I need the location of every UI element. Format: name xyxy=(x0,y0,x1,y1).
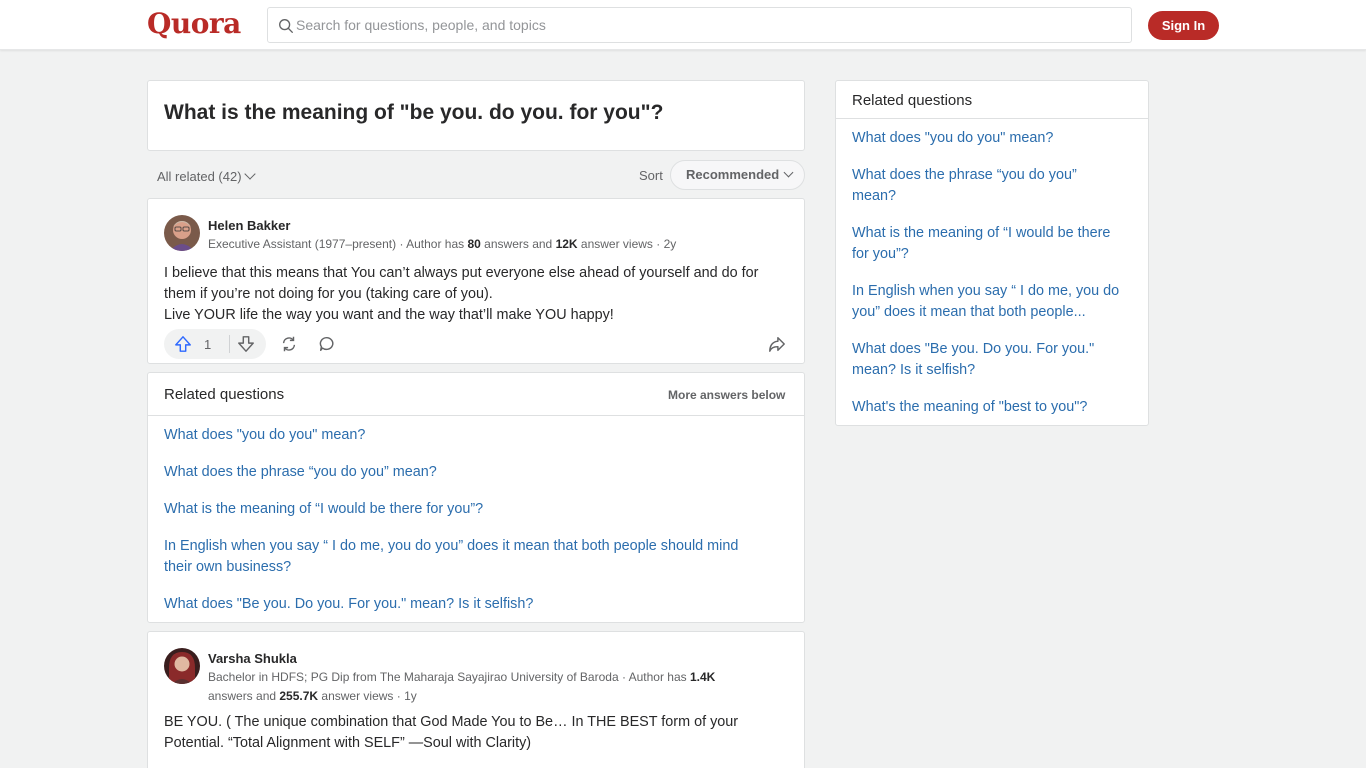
filter-bar: All related (42) Sort Recommended xyxy=(147,160,805,190)
avatar[interactable] xyxy=(164,648,200,684)
link-line: their own business? xyxy=(164,559,292,575)
answer-line: BE YOU. ( The unique combination that Go… xyxy=(164,714,739,730)
views-count: 12K xyxy=(555,237,578,251)
sidebar-question-link[interactable]: What does "you do you" mean? xyxy=(852,128,1137,149)
question-card: What is the meaning of "be you. do you. … xyxy=(147,80,805,151)
link-line: What does "Be you. Do you. For you." xyxy=(852,341,1095,357)
vote-divider xyxy=(229,335,230,353)
sidebar-question-link[interactable]: What does "Be you. Do you. For you." mea… xyxy=(852,339,1137,381)
sign-in-button[interactable]: Sign In xyxy=(1148,11,1219,40)
avatar-image xyxy=(164,215,200,251)
vote-pill: 1 xyxy=(164,329,266,359)
author-name[interactable]: Varsha Shukla xyxy=(208,651,297,666)
answer-line: them if you’re not doing for you (taking… xyxy=(164,286,493,302)
chevron-down-icon xyxy=(243,168,256,180)
link-line: for you”? xyxy=(852,246,909,262)
related-question-link[interactable]: What does the phrase “you do you” mean? xyxy=(164,462,784,483)
sort-value: Recommended xyxy=(686,167,780,182)
related-question-link[interactable]: What does "you do you" mean? xyxy=(164,425,784,446)
related-questions-title: Related questions xyxy=(164,386,285,403)
top-header: Quora Sign In xyxy=(0,0,1366,50)
credential-text: Bachelor in HDFS; PG Dip from The Mahara… xyxy=(208,670,690,684)
link-line: you” does it mean that both people... xyxy=(852,304,1086,320)
related-question-link[interactable]: In English when you say “ I do me, you d… xyxy=(164,536,784,578)
link-line: What does the phrase “you do you” xyxy=(852,167,1077,183)
downvote-icon[interactable] xyxy=(237,335,255,353)
sidebar-question-link[interactable]: What does the phrase “you do you” mean? xyxy=(852,165,1137,207)
answer-card: Varsha Shukla Bachelor in HDFS; PG Dip f… xyxy=(147,631,805,768)
search-box[interactable] xyxy=(267,7,1132,43)
related-questions-inline: Related questions More answers below Wha… xyxy=(147,372,805,623)
answer-line: I believe that this means that You can’t… xyxy=(164,265,759,281)
author-credentials: Executive Assistant (1977–present) · Aut… xyxy=(208,235,676,254)
related-question-link[interactable]: What is the meaning of “I would be there… xyxy=(164,499,784,520)
credential-text: answer views · 1y xyxy=(318,689,417,703)
answer-card: Helen Bakker Executive Assistant (1977–p… xyxy=(147,198,805,364)
credential-text: answer views · 2y xyxy=(577,237,677,251)
search-icon xyxy=(279,19,293,33)
reshare-icon[interactable] xyxy=(280,335,298,353)
author-credentials: Bachelor in HDFS; PG Dip from The Mahara… xyxy=(208,668,715,706)
credential-text: Executive Assistant (1977–present) · Aut… xyxy=(208,237,468,251)
upvote-icon[interactable] xyxy=(174,335,192,353)
more-answers-below: More answers below xyxy=(668,388,786,402)
upvote-count: 1 xyxy=(204,337,212,352)
link-line: In English when you say “ I do me, you d… xyxy=(164,538,739,554)
related-question-link[interactable]: What does "Be you. Do you. For you." mea… xyxy=(164,594,784,615)
link-line: What's the meaning of "best to you"? xyxy=(852,399,1088,415)
link-line: mean? Is it selfish? xyxy=(852,362,976,378)
sort-label: Sort xyxy=(639,168,663,183)
sidebar-title: Related questions xyxy=(852,92,973,109)
related-questions-header: Related questions More answers below xyxy=(148,373,804,416)
link-line: In English when you say “ I do me, you d… xyxy=(852,283,1120,299)
question-title: What is the meaning of "be you. do you. … xyxy=(164,101,664,124)
sidebar-question-link[interactable]: What is the meaning of “I would be there… xyxy=(852,223,1137,265)
related-questions-sidebar: Related questions What does "you do you"… xyxy=(835,80,1149,426)
share-icon[interactable] xyxy=(768,335,786,353)
avatar[interactable] xyxy=(164,215,200,251)
answers-count: 80 xyxy=(467,237,481,251)
sidebar-header: Related questions xyxy=(836,81,1148,119)
sort-dropdown[interactable]: Recommended xyxy=(670,160,805,190)
answer-body[interactable]: BE YOU. ( The unique combination that Go… xyxy=(164,712,738,754)
author-name[interactable]: Helen Bakker xyxy=(208,218,290,233)
link-line: mean? xyxy=(852,188,897,204)
answer-line: Live YOUR life the way you want and the … xyxy=(164,307,614,323)
answer-body[interactable]: I believe that this means that You can’t… xyxy=(164,263,758,326)
credential-text: answers and xyxy=(480,237,556,251)
link-line: What is the meaning of “I would be there xyxy=(852,225,1111,241)
comment-icon[interactable] xyxy=(318,335,336,353)
all-related-label: All related (42) xyxy=(157,169,242,184)
answer-line: Potential. “Total Alignment with SELF” —… xyxy=(164,735,532,751)
avatar-image xyxy=(164,648,200,684)
views-count: 255.7K xyxy=(279,689,319,703)
answers-count: 1.4K xyxy=(690,670,716,684)
sidebar-question-link[interactable]: In English when you say “ I do me, you d… xyxy=(852,281,1137,323)
credential-text: answers and xyxy=(208,689,280,703)
link-line: What does "you do you" mean? xyxy=(852,130,1054,146)
credential-line: Bachelor in HDFS; PG Dip from The Mahara… xyxy=(208,668,715,687)
chevron-down-icon xyxy=(783,167,794,178)
credential-line: answers and 255.7K answer views · 1y xyxy=(208,687,715,706)
quora-logo[interactable]: Quora xyxy=(147,7,241,40)
search-input[interactable] xyxy=(296,8,1116,42)
sidebar-question-link[interactable]: What's the meaning of "best to you"? xyxy=(852,397,1137,418)
all-related-dropdown[interactable]: All related (42) xyxy=(157,168,256,184)
